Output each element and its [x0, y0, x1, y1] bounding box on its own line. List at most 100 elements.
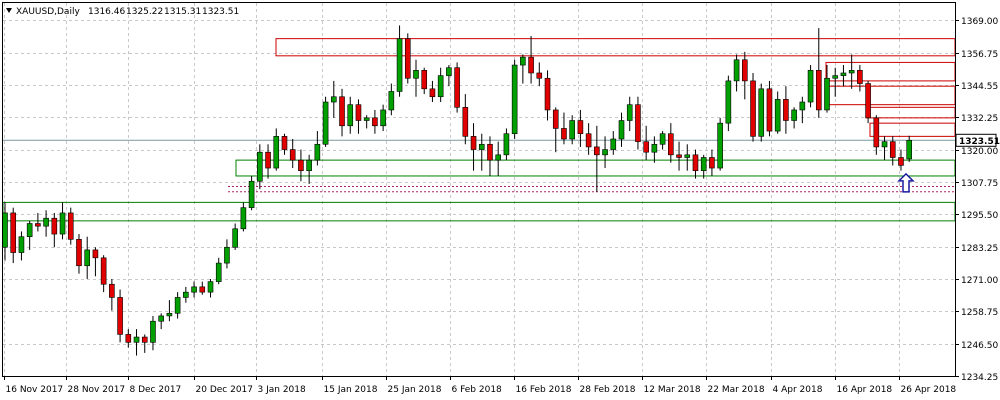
x-tick-label: 6 Feb 2018	[452, 385, 503, 395]
candle-bullish	[832, 75, 839, 79]
candle-bearish	[783, 99, 789, 121]
candle-bearish	[355, 104, 362, 121]
candle-bearish	[92, 249, 99, 259]
candle-bullish	[495, 154, 502, 161]
candle-bullish	[651, 143, 658, 153]
candle-bullish	[363, 117, 370, 121]
current-price-label: 1323.51	[959, 137, 1000, 147]
current-price-tag: 1323.51	[955, 133, 1000, 147]
candle-bullish	[322, 101, 329, 145]
candle-bullish	[725, 80, 732, 124]
candle-bullish	[59, 212, 66, 235]
candle-bullish	[906, 139, 913, 160]
candle-bullish	[569, 120, 575, 140]
x-tick-label: 16 Nov 2017	[6, 385, 64, 395]
candle-bullish	[43, 217, 49, 227]
x-tick-label: 15 Jan 2018	[324, 385, 378, 395]
x-tick-label: 3 Jan 2018	[258, 385, 306, 395]
candle-bullish	[215, 262, 222, 282]
candle-bullish	[330, 96, 337, 103]
candle-bearish	[76, 239, 82, 267]
x-tick-label: 28 Nov 2017	[68, 385, 126, 395]
candle-bearish	[462, 107, 469, 137]
x-tick-label: 28 Feb 2018	[580, 385, 636, 395]
candle-bullish	[388, 91, 395, 111]
ohlc-close: 1323.51	[202, 7, 239, 17]
candle-bearish	[109, 283, 115, 298]
candle-bullish	[840, 72, 847, 76]
x-tick-label: 16 Apr 2018	[837, 385, 893, 395]
candle-bullish	[224, 246, 230, 264]
candle-bullish	[306, 159, 312, 171]
candle-bullish	[380, 109, 386, 127]
candle-bullish	[733, 59, 740, 82]
candle-bearish	[750, 80, 756, 137]
y-tick-label: 1295.50	[961, 211, 998, 221]
candle-bullish	[207, 281, 214, 293]
y-tick-label: 1234.25	[961, 373, 998, 383]
y-tick-label: 1307.75	[961, 179, 998, 189]
candle-bullish	[758, 88, 765, 137]
candle-bearish	[298, 159, 304, 171]
candle-bearish	[487, 143, 493, 161]
candle-bearish	[281, 136, 288, 150]
candle-bullish	[774, 99, 781, 132]
x-tick-label: 22 Mar 2018	[708, 385, 765, 395]
candle-bearish	[35, 223, 41, 227]
candle-bearish	[709, 157, 715, 169]
candle-bullish	[446, 67, 452, 76]
candle-bullish	[848, 70, 855, 74]
price-chart: 1369.00 1356.75 1344.55 1332.25 1320.00 1307.…	[0, 0, 1000, 400]
chart-background	[0, 0, 1000, 400]
x-tick-label: 8 Dec 2017	[130, 385, 182, 395]
candle-bearish	[692, 154, 699, 171]
candle-bullish	[807, 70, 814, 103]
candle-bullish	[18, 236, 25, 253]
candle-bearish	[676, 154, 682, 158]
candle-bullish	[700, 157, 707, 171]
candle-bearish	[889, 141, 896, 158]
candle-bullish	[248, 180, 255, 208]
candle-bullish	[659, 133, 666, 145]
candle-bullish	[626, 104, 633, 121]
candle-bearish	[117, 297, 123, 335]
candle-bullish	[413, 70, 419, 79]
candle-bearish	[528, 56, 534, 74]
candle-bearish	[429, 88, 436, 98]
candle-bullish	[133, 336, 140, 343]
x-tick-label: 4 Apr 2018	[773, 385, 823, 395]
candle-bullish	[240, 207, 247, 230]
candle-bullish	[824, 77, 830, 111]
candle-bullish	[396, 38, 403, 92]
y-tick-label: 1258.75	[961, 308, 998, 318]
candle-bearish	[873, 117, 880, 148]
candle-bearish	[67, 212, 74, 240]
candle-bullish	[799, 101, 806, 111]
candle-bullish	[273, 136, 280, 169]
candle-bullish	[478, 143, 485, 150]
candle-bearish	[585, 133, 592, 148]
candle-bearish	[51, 217, 58, 235]
candle-bearish	[372, 117, 378, 127]
y-tick-label: 1332.25	[961, 114, 998, 124]
candle-bullish	[191, 286, 197, 293]
chart-header: XAUUSD,Daily 1316.46 1325.22 1315.31 132…	[6, 7, 239, 17]
candle-bullish	[602, 149, 608, 156]
candle-bullish	[437, 75, 444, 98]
candle-bearish	[552, 109, 559, 129]
candle-bearish	[421, 70, 428, 90]
candle-bullish	[257, 151, 263, 182]
candle-bullish	[791, 109, 797, 121]
candle-bullish	[684, 154, 691, 158]
candle-bearish	[561, 128, 567, 140]
x-tick-label: 20 Dec 2017	[196, 385, 254, 395]
candle-bullish	[232, 228, 238, 248]
candle-bearish	[199, 286, 206, 293]
x-tick-label: 25 Jan 2018	[388, 385, 442, 395]
candle-bullish	[183, 291, 189, 298]
candle-bearish	[265, 151, 271, 169]
candle-bearish	[594, 146, 600, 156]
candle-bearish	[100, 257, 107, 285]
x-tick-label: 12 Mar 2018	[644, 385, 701, 395]
candle-bullish	[610, 138, 617, 150]
